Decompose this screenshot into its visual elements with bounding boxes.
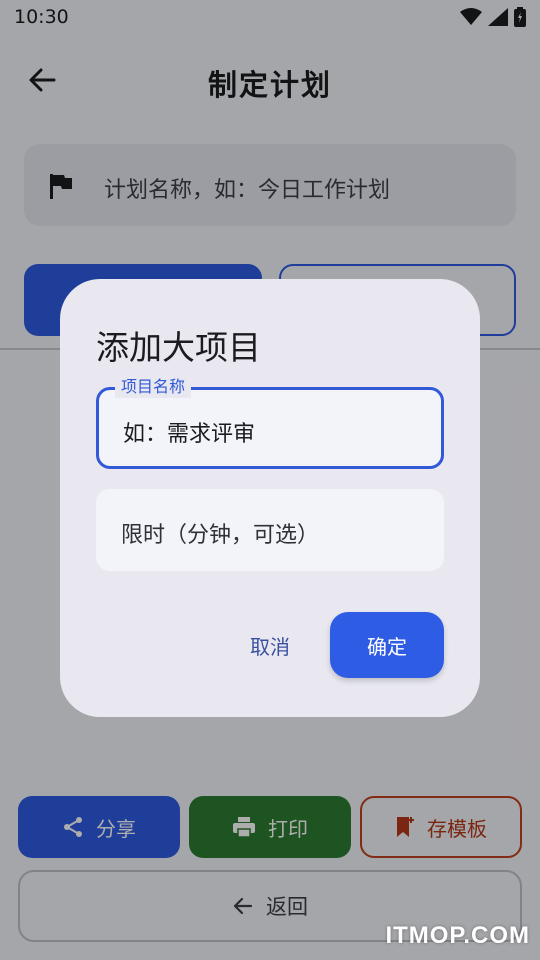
item-name-input[interactable]: 项目名称 如：需求评审	[96, 376, 444, 469]
time-limit-input[interactable]: 限时（分钟，可选）	[96, 489, 444, 571]
dialog-title: 添加大项目	[96, 328, 261, 367]
confirm-button[interactable]: 确定	[330, 612, 444, 678]
time-limit-placeholder: 限时（分钟，可选）	[121, 523, 320, 548]
add-item-dialog: 添加大项目 项目名称 如：需求评审 限时（分钟，可选） 取消 确定	[60, 279, 480, 717]
item-name-placeholder: 如：需求评审	[123, 422, 256, 447]
item-name-label: 项目名称	[115, 376, 192, 398]
watermark: ITMOP.COM	[385, 922, 530, 949]
cancel-button[interactable]: 取消	[230, 612, 310, 678]
